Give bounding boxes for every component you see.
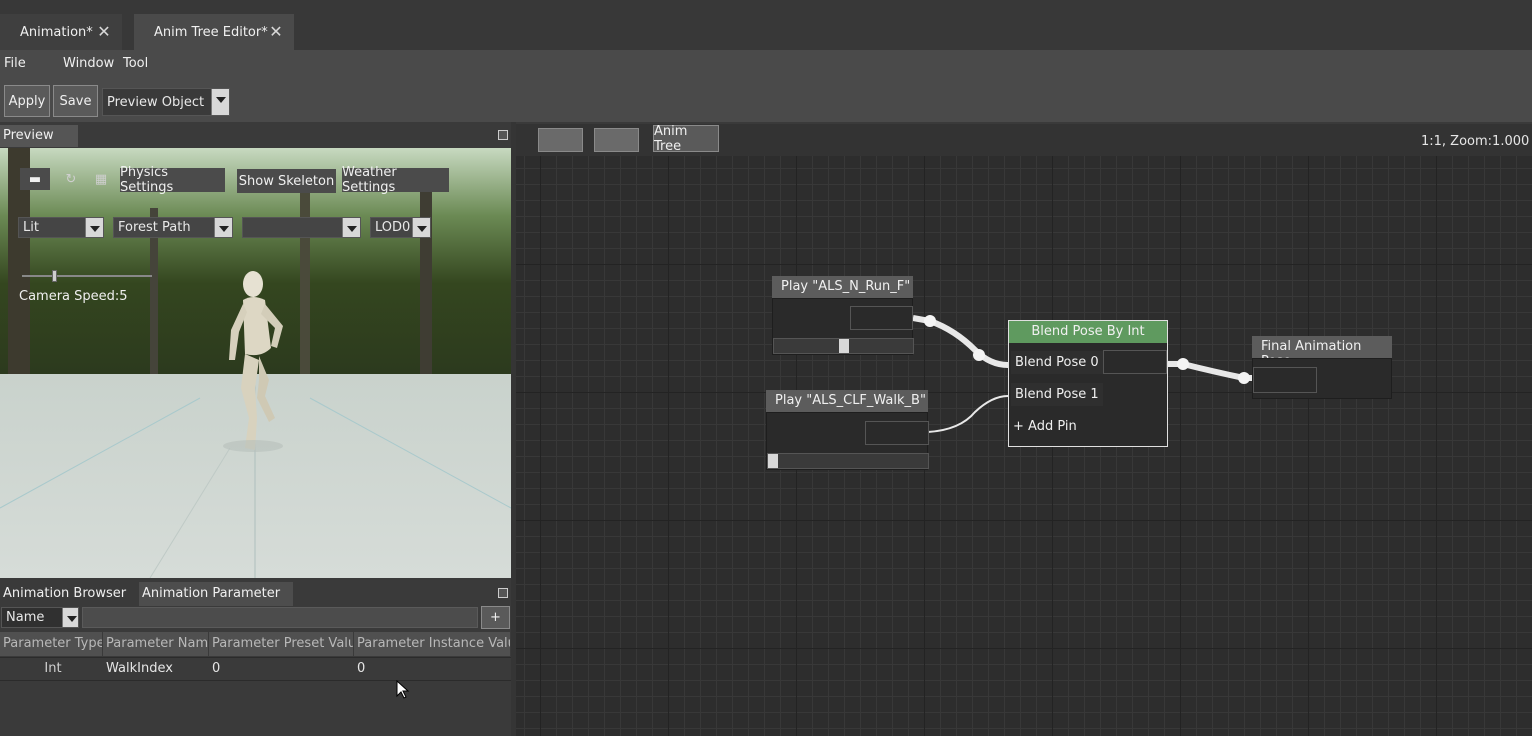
- playback-slider-handle[interactable]: [839, 339, 849, 353]
- preview-object-select[interactable]: Preview Object: [102, 88, 230, 116]
- playback-slider-handle[interactable]: [768, 454, 778, 468]
- lod-value: LOD0: [375, 220, 411, 235]
- menu-file[interactable]: File: [4, 56, 26, 71]
- preview-viewport[interactable]: ▬ ↻ ▦ Physics Settings Show Skeleton Wea…: [0, 148, 511, 578]
- lighting-mode-select[interactable]: Lit: [18, 217, 104, 238]
- tab-anim-tree-editor[interactable]: Anim Tree Editor* ✕: [134, 14, 294, 50]
- physics-settings-button[interactable]: Physics Settings: [120, 165, 225, 195]
- playback-slider[interactable]: [767, 453, 929, 469]
- input-pose-slot[interactable]: [1253, 367, 1317, 393]
- close-icon[interactable]: ✕: [96, 24, 112, 40]
- blend-pose-1-pin[interactable]: Blend Pose 1: [1011, 383, 1103, 406]
- close-icon[interactable]: ✕: [268, 24, 284, 40]
- environment-value: Forest Path: [118, 220, 191, 235]
- node-title: Final Animation Pose: [1252, 336, 1392, 369]
- output-pose-slot[interactable]: [865, 421, 929, 445]
- cell-instance[interactable]: 0: [354, 658, 511, 680]
- menu-tool[interactable]: Tool: [123, 56, 148, 71]
- dock-pin-icon[interactable]: [498, 588, 508, 598]
- tab-preview[interactable]: Preview: [0, 125, 78, 147]
- cell-preset[interactable]: 0: [209, 658, 354, 680]
- blend-pose-0-pin[interactable]: Blend Pose 0: [1011, 351, 1103, 374]
- camera-speed-label: Camera Speed:5: [19, 289, 128, 304]
- node-title: Blend Pose By Int: [1009, 321, 1167, 343]
- column-header-name[interactable]: Parameter Name: [103, 632, 209, 656]
- chevron-down-icon[interactable]: [342, 218, 360, 237]
- chevron-down-icon[interactable]: [211, 89, 229, 115]
- column-header-preset[interactable]: Parameter Preset Value: [209, 632, 354, 656]
- menu-bar: [0, 50, 1532, 78]
- weather-settings-button[interactable]: Weather Settings: [342, 165, 449, 195]
- camera-speed-slider[interactable]: [22, 275, 152, 277]
- view-mode-icon[interactable]: ▬: [20, 168, 50, 190]
- output-pose-slot[interactable]: [1103, 350, 1167, 374]
- tab-label: Anim Tree Editor*: [154, 24, 268, 40]
- zoom-readout: 1:1, Zoom:1.000: [1421, 134, 1530, 149]
- show-skeleton-button[interactable]: Show Skeleton: [237, 169, 336, 193]
- node-play-walk[interactable]: Play "ALS_CLF_Walk_B": [766, 390, 929, 470]
- tab-label: Animation*: [20, 24, 93, 40]
- node-play-run[interactable]: Play "ALS_N_Run_F": [772, 276, 914, 355]
- save-button[interactable]: Save: [53, 85, 98, 117]
- breadcrumb-forward[interactable]: [594, 128, 639, 152]
- column-header-instance[interactable]: Parameter Instance Value: [354, 632, 511, 656]
- environment-select[interactable]: Forest Path: [113, 217, 233, 238]
- cell-type: Int: [44, 661, 62, 676]
- tab-animation-parameter[interactable]: Animation Parameter: [139, 582, 293, 606]
- filter-field-select[interactable]: Name: [1, 607, 79, 628]
- mouse-cursor-icon: [396, 680, 410, 699]
- chevron-down-icon[interactable]: [412, 218, 430, 237]
- grid-icon[interactable]: ▦: [92, 170, 110, 188]
- column-header-type[interactable]: Parameter Type: [0, 632, 103, 656]
- node-title: Play "ALS_N_Run_F": [772, 276, 913, 298]
- add-parameter-button[interactable]: +: [481, 606, 510, 629]
- add-pin-button[interactable]: + Add Pin: [1013, 419, 1077, 434]
- output-pose-slot[interactable]: [850, 306, 913, 330]
- breadcrumb-back[interactable]: [538, 128, 583, 152]
- cell-name[interactable]: WalkIndex: [103, 658, 209, 680]
- filter-field-value: Name: [6, 610, 45, 625]
- breadcrumb-anim-tree[interactable]: Anim Tree: [653, 124, 719, 154]
- preview-object-value: Preview Object: [107, 94, 205, 110]
- node-title: Play "ALS_CLF_Walk_B": [766, 390, 928, 412]
- dock-pin-icon[interactable]: [498, 130, 508, 140]
- refresh-icon[interactable]: ↻: [62, 170, 80, 188]
- character-mannequin: [223, 271, 283, 452]
- lod-select[interactable]: LOD0: [370, 217, 431, 238]
- apply-button[interactable]: Apply: [4, 85, 50, 117]
- preset-select[interactable]: [242, 217, 361, 238]
- menu-window[interactable]: Window: [63, 56, 114, 71]
- node-final-animation-pose[interactable]: Final Animation Pose: [1252, 336, 1392, 399]
- chevron-down-icon[interactable]: [85, 218, 103, 237]
- node-blend-pose-by-int[interactable]: Blend Pose By Int Blend Pose 0 Blend Pos…: [1008, 320, 1168, 447]
- chevron-down-icon[interactable]: [62, 608, 78, 627]
- camera-speed-slider-handle[interactable]: [52, 270, 57, 282]
- lighting-mode-value: Lit: [23, 220, 39, 235]
- search-input[interactable]: [82, 607, 478, 628]
- tab-animation[interactable]: Animation* ✕: [0, 14, 122, 50]
- chevron-down-icon[interactable]: [214, 218, 232, 237]
- tab-animation-browser[interactable]: Animation Browser: [0, 582, 134, 606]
